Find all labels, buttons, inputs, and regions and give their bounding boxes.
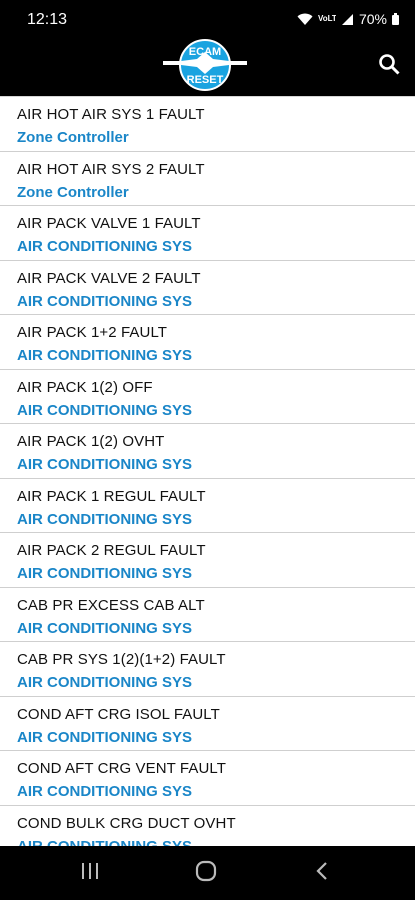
list-item[interactable]: AIR HOT AIR SYS 1 FAULT Zone Controller [0, 97, 415, 152]
list-item[interactable]: AIR PACK 1(2) OVHT AIR CONDITIONING SYS [0, 424, 415, 479]
list-item[interactable]: AIR HOT AIR SYS 2 FAULT Zone Controller [0, 152, 415, 206]
fault-title: AIR PACK 2 REGUL FAULT [17, 542, 206, 559]
fault-title: COND AFT CRG ISOL FAULT [17, 705, 220, 723]
status-bar: 12:13 VoLTE 70% [0, 0, 415, 38]
search-icon [378, 53, 400, 80]
list-item[interactable]: COND BULK CRG DUCT OVHT AIR CONDITIONING … [0, 806, 415, 848]
fault-list[interactable]: AIR HOT AIR SYS 1 FAULT Zone Controller AI… [0, 96, 415, 847]
home-icon [195, 860, 217, 887]
home-button[interactable] [186, 858, 226, 888]
list-item[interactable]: AIR PACK 1 REGUL FAULT AIR CONDITIONING S… [0, 479, 415, 533]
fault-system: AIR CONDITIONING SYS [17, 238, 193, 255]
fault-system: AIR CONDITIONING SYS [17, 456, 193, 473]
recent-apps-icon [80, 862, 100, 885]
fault-title: COND BULK CRG DUCT OVHT [17, 814, 236, 832]
fault-system: AIR CONDITIONING SYS [17, 783, 193, 800]
fault-system: AIR CONDITIONING SYS [17, 619, 193, 637]
list-item[interactable]: AIR PACK 1(2) OFF AIR CONDITIONING SYS [0, 370, 415, 424]
fault-title: AIR PACK 1+2 FAULT [17, 324, 168, 341]
svg-text:RESET: RESET [187, 74, 224, 86]
back-icon [315, 861, 329, 886]
fault-title: AIR PACK VALVE 1 FAULT [17, 215, 201, 232]
list-item[interactable]: COND AFT CRG ISOL FAULT AIR CONDITIONING … [0, 697, 415, 751]
list-item[interactable]: CAB PR EXCESS CAB ALT AIR CONDITIONING SY… [0, 588, 415, 642]
fault-system: AIR CONDITIONING SYS [17, 728, 193, 746]
fault-title: COND AFT CRG VENT FAULT [17, 760, 226, 777]
list-item[interactable]: CAB PR SYS 1(2)(1+2) FAULT AIR CONDITIONI… [0, 642, 415, 697]
svg-text:ECAM: ECAM [189, 46, 221, 58]
fault-system: AIR CONDITIONING SYS [17, 292, 193, 310]
list-item[interactable]: AIR PACK 1+2 FAULT AIR CONDITIONING SYS [0, 315, 415, 370]
wifi-icon [297, 13, 313, 26]
fault-title: AIR PACK 1(2) OVHT [17, 433, 165, 450]
back-button[interactable] [302, 858, 342, 888]
list-item[interactable]: AIR PACK VALVE 1 FAULT AIR CONDITIONING S… [0, 206, 415, 261]
fault-title: AIR PACK 1(2) OFF [17, 378, 153, 396]
signal-icon [341, 13, 354, 26]
recent-apps-button[interactable] [70, 858, 110, 888]
fault-title: AIR HOT AIR SYS 2 FAULT [17, 160, 205, 178]
fault-system: AIR CONDITIONING SYS [17, 674, 193, 691]
fault-system: AIR CONDITIONING SYS [17, 401, 193, 419]
fault-title: CAB PR SYS 1(2)(1+2) FAULT [17, 651, 226, 668]
fault-system: Zone Controller [17, 183, 129, 201]
fault-system: AIR CONDITIONING SYS [17, 565, 193, 582]
fault-system: AIR CONDITIONING SYS [17, 347, 193, 364]
ecam-reset-logo: ECAM RESET [159, 34, 251, 96]
fault-title: CAB PR EXCESS CAB ALT [17, 596, 205, 614]
status-icons: VoLTE 70% [297, 11, 399, 27]
battery-icon [392, 13, 399, 25]
app-bar: ECAM RESET [0, 38, 415, 96]
fault-title: AIR PACK 1 REGUL FAULT [17, 487, 206, 505]
list-item[interactable]: COND AFT CRG VENT FAULT AIR CONDITIONING … [0, 751, 415, 806]
fault-title: AIR PACK VALVE 2 FAULT [17, 269, 201, 287]
fault-system: Zone Controller [17, 129, 129, 146]
list-item[interactable]: AIR PACK VALVE 2 FAULT AIR CONDITIONING S… [0, 261, 415, 315]
battery-level: 70% [358, 11, 387, 27]
volte-indicator: VoLTE [317, 15, 336, 23]
system-nav-bar [0, 846, 415, 900]
fault-title: AIR HOT AIR SYS 1 FAULT [17, 106, 205, 123]
status-time: 12:13 [27, 11, 68, 28]
search-button[interactable] [373, 50, 405, 82]
list-item[interactable]: AIR PACK 2 REGUL FAULT AIR CONDITIONING S… [0, 533, 415, 588]
fault-system: AIR CONDITIONING SYS [17, 510, 193, 528]
